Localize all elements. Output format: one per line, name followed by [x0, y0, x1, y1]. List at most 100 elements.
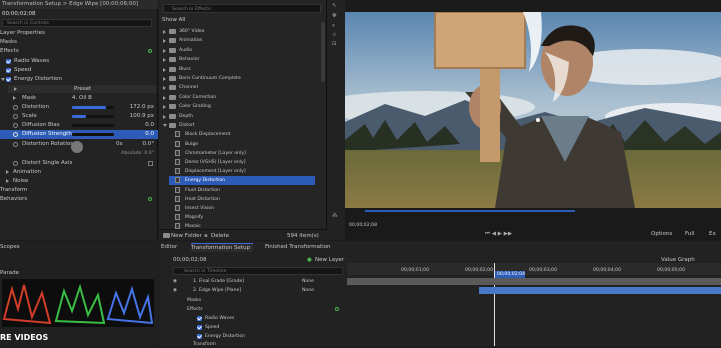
- effect-category[interactable]: Color Correction: [159, 93, 319, 102]
- tab-finished-transformation[interactable]: Finished Transformation: [265, 243, 345, 252]
- show-all-dropdown[interactable]: Show All: [162, 16, 185, 24]
- diffusion-strength-keyframe-icon[interactable]: [13, 132, 18, 137]
- masks-label[interactable]: Masks: [0, 38, 17, 46]
- noise-row[interactable]: Noise: [0, 177, 158, 186]
- zoom-tool-icon[interactable]: ⌕: [332, 22, 335, 30]
- effect-row-speed[interactable]: Speed: [0, 66, 158, 75]
- effect-category[interactable]: Animation: [159, 36, 319, 45]
- behaviors-label[interactable]: Behaviors: [0, 195, 27, 203]
- layer-1-blend[interactable]: None: [302, 278, 314, 285]
- layer-1-visibility-icon[interactable]: ◉: [173, 278, 177, 285]
- speed-checkbox[interactable]: [6, 68, 11, 73]
- viewer-export-button[interactable]: Ex: [709, 230, 716, 238]
- layer-row-1[interactable]: ◉ 1. Final Grade [Grade] None: [159, 277, 347, 286]
- diffusion-strength-value[interactable]: 0.0: [145, 130, 154, 138]
- controls-search-input[interactable]: Search in Controls: [2, 19, 152, 27]
- viewer-options-icon[interactable]: ⁂: [332, 212, 338, 220]
- prop-row-diffusion-strength[interactable]: Diffusion Strength 0.0: [0, 130, 158, 139]
- effect-category[interactable]: Depth: [159, 112, 319, 121]
- distortion-value[interactable]: 172.0 px: [130, 103, 154, 111]
- layer-2-clip[interactable]: [479, 287, 721, 294]
- timeline-radio-waves-checkbox[interactable]: [197, 316, 202, 321]
- effect-item[interactable]: Energy Distortion: [169, 176, 315, 186]
- scale-keyframe-icon[interactable]: [13, 114, 18, 119]
- effect-item[interactable]: Derez (VGHS) [Layer only]: [169, 158, 315, 167]
- timeline-timecode[interactable]: 00;00;02;08: [173, 256, 207, 264]
- new-folder-button[interactable]: New Folder: [171, 232, 202, 240]
- effect-item[interactable]: Insect Vision: [169, 204, 315, 213]
- prop-row-diffusion-bias[interactable]: Diffusion Bias 0.0: [0, 121, 158, 130]
- timeline-energy-checkbox[interactable]: [197, 334, 202, 339]
- prop-row-scale[interactable]: Scale 100.9 px: [0, 112, 158, 121]
- preset-dropdown[interactable]: Preset: [8, 85, 156, 93]
- distort-single-axis-row[interactable]: Distort Single Axis: [0, 159, 158, 168]
- timeline-transform[interactable]: Transform: [193, 341, 216, 348]
- layer-masks-row[interactable]: Masks: [187, 297, 201, 304]
- diffusion-bias-keyframe-icon[interactable]: [13, 123, 18, 128]
- single-axis-checkbox[interactable]: [148, 161, 153, 166]
- mask-row[interactable]: Mask 4. Oil B: [0, 94, 158, 103]
- hand-tool-icon[interactable]: ✥: [332, 12, 337, 20]
- crop-tool-icon[interactable]: ⊡: [332, 40, 337, 48]
- effect-item[interactable]: Displacement [Layer only]: [169, 167, 315, 176]
- prop-row-distortion[interactable]: Distortion 172.0 px: [0, 103, 158, 112]
- viewer-options-button[interactable]: Options: [651, 230, 672, 238]
- layer-2-blend[interactable]: None: [302, 287, 314, 294]
- viewer-timecode[interactable]: 00;00;02;08: [349, 222, 377, 229]
- layer-properties-label[interactable]: Layer Properties: [0, 29, 45, 37]
- effect-row-radio-waves[interactable]: Radio Waves: [0, 57, 158, 66]
- transform-label[interactable]: Transform: [0, 186, 27, 194]
- scopes-mode[interactable]: Parade: [0, 269, 19, 277]
- scale-value[interactable]: 100.9 px: [130, 112, 154, 120]
- layer-row-2[interactable]: ◉ 2. Edge Wipe [Plane] None: [159, 286, 347, 295]
- effect-item[interactable]: Magnify: [169, 213, 315, 222]
- transport-controls[interactable]: ⏮ ◀ ▶ ▶▶: [485, 230, 512, 238]
- rotation-dial[interactable]: [71, 141, 83, 153]
- scale-slider[interactable]: [72, 115, 114, 118]
- effects-enabled-icon[interactable]: [148, 49, 152, 53]
- timeline-speed[interactable]: Speed: [205, 324, 219, 331]
- diffusion-bias-slider[interactable]: [72, 124, 114, 127]
- viewer-progress[interactable]: [365, 210, 575, 212]
- tab-editor[interactable]: Editor: [161, 243, 187, 252]
- effect-category[interactable]: Distort: [159, 121, 319, 130]
- prop-row-rotation[interactable]: Distortion Rotation 0x 0.0° Absolute: 0.…: [0, 140, 158, 158]
- effect-category[interactable]: Color Grading: [159, 102, 319, 111]
- effect-category[interactable]: Boris Continuum Complete: [159, 74, 319, 83]
- rotation-keyframe-icon[interactable]: [13, 142, 18, 147]
- diffusion-strength-slider[interactable]: [72, 133, 114, 136]
- effect-item[interactable]: Bulge: [169, 140, 315, 149]
- energy-distortion-checkbox[interactable]: [6, 77, 11, 82]
- effect-category[interactable]: Blurs: [159, 65, 319, 74]
- behaviors-add-icon[interactable]: [148, 197, 152, 201]
- effect-item[interactable]: Fluid Distortion: [169, 186, 315, 195]
- layer-1-clip[interactable]: [347, 278, 721, 285]
- effects-label[interactable]: Effects: [0, 47, 19, 55]
- select-tool-icon[interactable]: ↖: [332, 2, 337, 10]
- diffusion-bias-value[interactable]: 0.0: [145, 121, 154, 129]
- effect-item[interactable]: Heat Distortion: [169, 195, 315, 204]
- effect-category[interactable]: Behavior: [159, 55, 319, 64]
- single-axis-keyframe-icon[interactable]: [13, 161, 18, 166]
- timeline-speed-checkbox[interactable]: [197, 325, 202, 330]
- distortion-keyframe-icon[interactable]: [13, 105, 18, 110]
- animation-row[interactable]: Animation: [0, 168, 158, 177]
- expand-energy-icon[interactable]: [1, 78, 5, 81]
- effect-category[interactable]: 360° Video: [159, 27, 319, 36]
- effect-item[interactable]: Chromameter [Layer only]: [169, 149, 315, 158]
- tab-transformation-setup[interactable]: Transformation Setup: [191, 243, 253, 252]
- effect-category[interactable]: Audio: [159, 46, 319, 55]
- new-layer-button[interactable]: New Layer: [315, 256, 344, 264]
- rotation-revolutions[interactable]: 0x: [116, 140, 123, 148]
- timeline-ruler[interactable]: 00;00;01;00 00;00;02;00 00;00;03;00 00;0…: [347, 263, 721, 275]
- effects-scrollbar[interactable]: [321, 22, 325, 82]
- timeline-radio-waves[interactable]: Radio Waves: [205, 315, 234, 322]
- effect-item[interactable]: Block Displacement: [169, 130, 315, 139]
- timeline-energy-distortion[interactable]: Energy Distortion: [205, 333, 245, 340]
- effects-search-input[interactable]: Search in Effects: [163, 4, 321, 13]
- transform-tool-icon[interactable]: ⊹: [332, 31, 337, 39]
- delete-button[interactable]: Delete: [211, 232, 229, 240]
- radio-waves-checkbox[interactable]: [6, 59, 11, 64]
- timeline-effects-enabled-icon[interactable]: [335, 307, 339, 311]
- controls-timecode[interactable]: 00;00;02;08: [2, 10, 36, 18]
